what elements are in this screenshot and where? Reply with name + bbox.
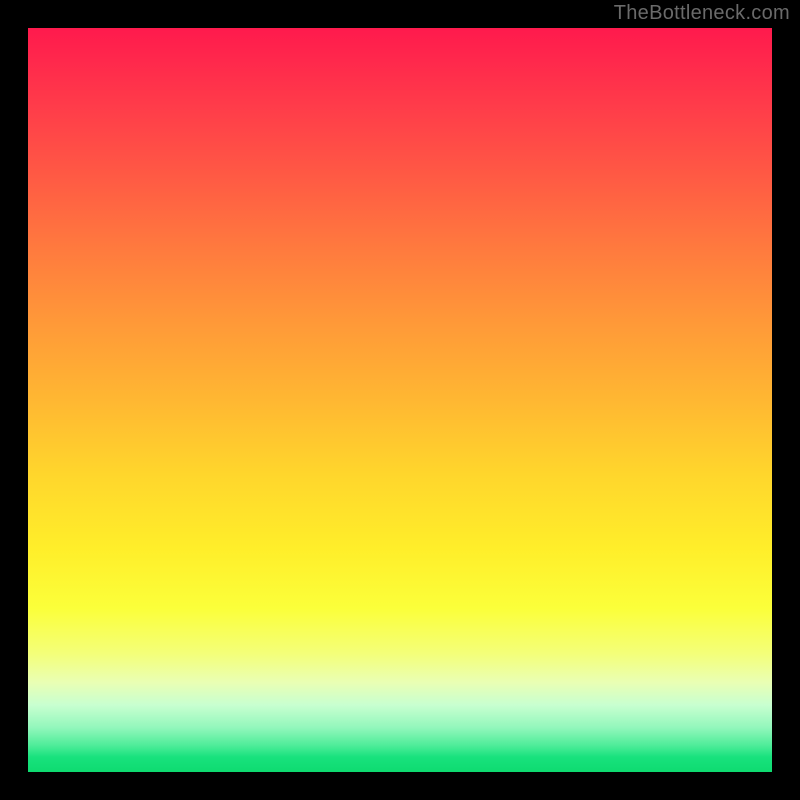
watermark-text: TheBottleneck.com xyxy=(614,2,790,25)
gradient-background xyxy=(28,28,772,772)
plot-area xyxy=(28,28,772,772)
chart-frame: TheBottleneck.com xyxy=(0,0,800,800)
